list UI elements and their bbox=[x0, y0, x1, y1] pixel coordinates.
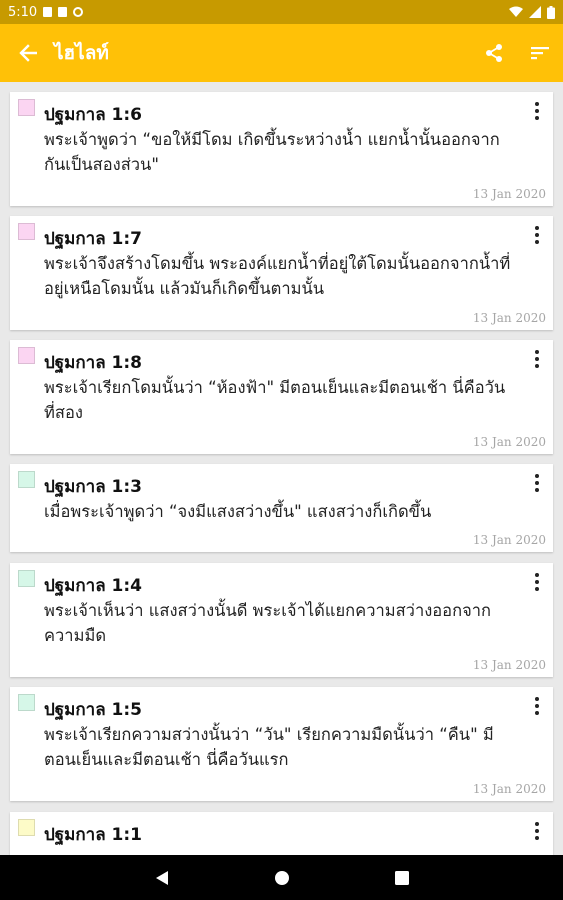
highlight-color-swatch bbox=[18, 471, 35, 488]
highlight-card[interactable]: ปฐมกาล 1:4 พระเจ้าเห็นว่า แสงสว่างนั้นดี… bbox=[10, 563, 553, 677]
share-icon bbox=[486, 44, 502, 62]
more-options-button[interactable] bbox=[527, 695, 547, 717]
verse-reference: ปฐมกาล 1:5 bbox=[44, 700, 143, 720]
verse-text: เมื่อพระเจ้าพูดว่า “จงมีแสงสว่างขึ้น" แส… bbox=[44, 502, 432, 521]
sort-button[interactable] bbox=[517, 24, 563, 82]
verse-reference: ปฐมกาล 1:4 bbox=[44, 576, 143, 596]
highlight-color-swatch bbox=[18, 347, 35, 364]
more-vert-icon bbox=[535, 102, 539, 106]
more-vert-icon bbox=[535, 822, 539, 826]
verse-text: พระเจ้าเรียกโดมนั้นว่า “ห้องฟ้า" มีตอนเย… bbox=[44, 378, 506, 422]
highlight-date: 13 Jan 2020 bbox=[472, 782, 546, 796]
notification-icon bbox=[43, 7, 53, 17]
sort-icon bbox=[531, 47, 549, 60]
more-options-button[interactable] bbox=[527, 820, 547, 842]
verse-text: พระเจ้าจึงสร้างโดมขึ้น พระองค์แยกน้ำที่อ… bbox=[44, 254, 511, 298]
signal-icon bbox=[529, 6, 541, 18]
wifi-icon bbox=[509, 6, 523, 17]
verse-reference: ปฐมกาล 1:8 bbox=[44, 353, 143, 373]
highlight-date: 13 Jan 2020 bbox=[472, 658, 546, 672]
verse-reference: ปฐมกาล 1:6 bbox=[44, 105, 143, 125]
verse-reference: ปฐมกาล 1:7 bbox=[44, 229, 143, 249]
recents-square-icon bbox=[395, 870, 409, 885]
highlight-date: 13 Jan 2020 bbox=[472, 187, 546, 201]
highlight-card[interactable]: ปฐมกาล 1:5 พระเจ้าเรียกความสว่างนั้นว่า … bbox=[10, 687, 553, 801]
battery-icon bbox=[547, 5, 555, 19]
highlight-list: ปฐมกาล 1:6 พระเจ้าพูดว่า “ขอให้มีโดม เกิ… bbox=[0, 82, 563, 855]
highlight-color-swatch bbox=[18, 694, 35, 711]
highlight-card[interactable]: ปฐมกาล 1:1 bbox=[10, 812, 553, 855]
verse-reference: ปฐมกาล 1:1 bbox=[44, 825, 143, 845]
arrow-back-icon bbox=[19, 44, 37, 62]
more-vert-icon bbox=[535, 474, 539, 478]
more-options-button[interactable] bbox=[527, 571, 547, 593]
highlight-card[interactable]: ปฐมกาล 1:7 พระเจ้าจึงสร้างโดมขึ้น พระองค… bbox=[10, 216, 553, 330]
more-options-button[interactable] bbox=[527, 100, 547, 122]
highlight-color-swatch bbox=[18, 570, 35, 587]
highlight-date: 13 Jan 2020 bbox=[472, 311, 546, 325]
nav-back-button[interactable] bbox=[140, 855, 184, 900]
more-vert-icon bbox=[535, 697, 539, 701]
more-options-button[interactable] bbox=[527, 472, 547, 494]
back-button[interactable] bbox=[0, 24, 56, 82]
highlight-card[interactable]: ปฐมกาล 1:8 พระเจ้าเรียกโดมนั้นว่า “ห้องฟ… bbox=[10, 340, 553, 454]
highlight-card[interactable]: ปฐมกาล 1:6 พระเจ้าพูดว่า “ขอให้มีโดม เกิ… bbox=[10, 92, 553, 206]
highlight-card[interactable]: ปฐมกาล 1:3 เมื่อพระเจ้าพูดว่า “จงมีแสงสว… bbox=[10, 464, 553, 552]
status-time: 5:10 bbox=[8, 4, 38, 20]
more-vert-icon bbox=[535, 350, 539, 354]
status-bar: 5:10 bbox=[0, 0, 563, 24]
home-circle-icon bbox=[275, 870, 289, 885]
app-bar: ไฮไลท์ bbox=[0, 24, 563, 82]
sd-card-icon bbox=[58, 7, 68, 17]
share-button[interactable] bbox=[471, 24, 517, 82]
nav-home-button[interactable] bbox=[260, 855, 304, 900]
more-vert-icon bbox=[535, 226, 539, 230]
verse-reference: ปฐมกาล 1:3 bbox=[44, 477, 143, 497]
back-triangle-icon bbox=[156, 870, 168, 885]
highlight-color-swatch bbox=[18, 819, 35, 836]
nav-recents-button[interactable] bbox=[380, 855, 424, 900]
highlight-date: 13 Jan 2020 bbox=[472, 435, 546, 449]
more-options-button[interactable] bbox=[527, 224, 547, 246]
system-nav-bar bbox=[0, 855, 563, 900]
verse-text: พระเจ้าเรียกความสว่างนั้นว่า “วัน" เรียก… bbox=[44, 725, 494, 769]
more-options-button[interactable] bbox=[527, 348, 547, 370]
highlight-date: 13 Jan 2020 bbox=[472, 533, 546, 547]
page-title: ไฮไลท์ bbox=[54, 42, 109, 64]
verse-text: พระเจ้าพูดว่า “ขอให้มีโดม เกิดขึ้นระหว่า… bbox=[44, 130, 500, 174]
sync-icon bbox=[73, 7, 84, 17]
highlight-color-swatch bbox=[18, 99, 35, 116]
more-vert-icon bbox=[535, 573, 539, 577]
highlight-color-swatch bbox=[18, 223, 35, 240]
verse-text: พระเจ้าเห็นว่า แสงสว่างนั้นดี พระเจ้าได้… bbox=[44, 601, 491, 645]
